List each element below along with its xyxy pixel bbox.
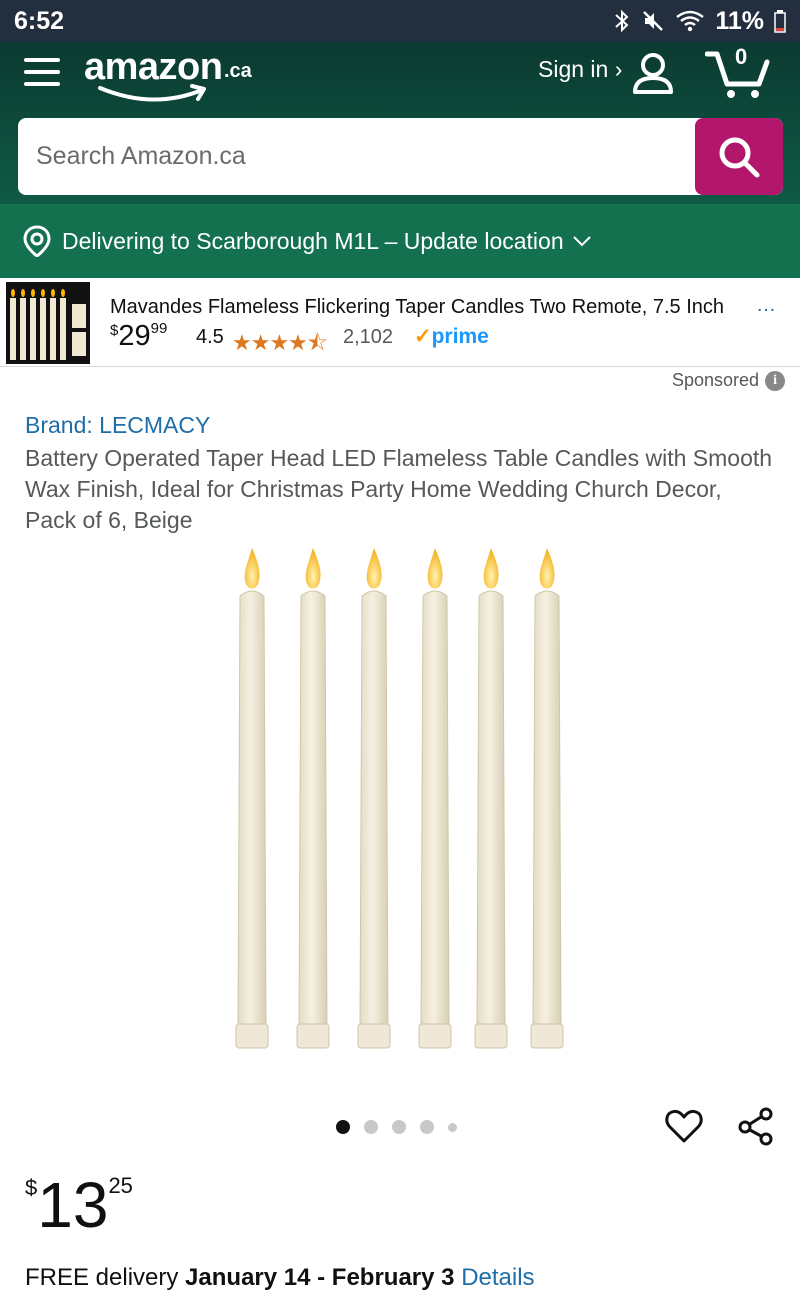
battery-percent: 11% — [715, 6, 764, 35]
sponsored-label[interactable]: Sponsored i — [672, 370, 786, 391]
ad-price-whole: 29 — [118, 320, 151, 352]
ad-rating-value: 4.5 — [196, 326, 224, 348]
location-text: Delivering to Scarborough M1L – Update l… — [62, 227, 564, 254]
carousel-dot[interactable] — [364, 1120, 378, 1134]
price-fraction: 25 — [108, 1173, 133, 1198]
search-button[interactable] — [695, 118, 783, 195]
delivery-dates: January 14 - February 3 — [185, 1264, 455, 1291]
image-carousel-dots[interactable] — [336, 1120, 457, 1134]
search-icon — [719, 137, 760, 177]
brand-link[interactable]: Brand: LECMACY — [25, 412, 210, 439]
ad-price: $2999 — [110, 320, 167, 353]
price-symbol: $ — [25, 1175, 38, 1200]
carousel-dot[interactable] — [336, 1120, 350, 1134]
delivery-prefix: FREE delivery — [25, 1264, 186, 1291]
ad-price-fraction: 99 — [150, 320, 168, 337]
ad-star-rating: ★★★★⯪ — [232, 331, 328, 356]
status-icons: 11% — [613, 7, 786, 36]
app-header: amazon .ca Sign in › 0 — [0, 42, 800, 204]
ad-product-thumbnail — [6, 282, 90, 364]
cart-button[interactable]: 0 — [704, 44, 771, 100]
ad-title[interactable]: Mavandes Flameless Flickering Taper Cand… — [110, 296, 780, 319]
hamburger-menu-icon[interactable] — [24, 56, 62, 90]
user-icon[interactable] — [630, 50, 676, 96]
price-whole: 13 — [37, 1169, 109, 1241]
logo-wordmark: amazon — [84, 46, 223, 88]
product-image[interactable] — [0, 540, 800, 1060]
candle-group — [235, 548, 564, 1049]
info-icon: i — [765, 370, 786, 391]
share-icon[interactable] — [736, 1106, 776, 1146]
prime-check-icon: ✓ — [414, 325, 432, 348]
ad-review-count: 2,102 — [343, 326, 394, 348]
sponsored-ad-banner[interactable]: Mavandes Flameless Flickering Taper Cand… — [0, 280, 800, 367]
location-pin-icon — [23, 225, 51, 257]
carousel-dot[interactable] — [448, 1122, 457, 1132]
mute-icon — [643, 11, 664, 31]
heart-icon[interactable] — [664, 1106, 704, 1146]
logo-tld: .ca — [224, 60, 252, 82]
chevron-down-icon — [572, 236, 591, 247]
status-time: 6:52 — [14, 6, 65, 35]
amazon-logo[interactable]: amazon .ca — [84, 44, 264, 106]
search-input[interactable] — [18, 118, 695, 195]
status-bar: 6:52 11% — [0, 0, 800, 42]
sign-in-link[interactable]: Sign in › — [538, 56, 622, 83]
cart-count: 0 — [735, 44, 748, 69]
ad-title-ellipsis: … — [756, 294, 776, 316]
smile-arrow-icon — [98, 84, 206, 102]
product-price: $1325 — [25, 1168, 133, 1242]
delivery-details-link[interactable]: Details — [461, 1264, 534, 1291]
product-title: Battery Operated Taper Head LED Flameles… — [25, 445, 773, 533]
prime-label: prime — [431, 325, 489, 348]
sign-in-label: Sign in › — [538, 56, 623, 82]
sponsored-text: Sponsored — [672, 370, 760, 390]
delivery-info: FREE delivery January 14 - February 3 De… — [25, 1264, 535, 1292]
carousel-dot[interactable] — [420, 1120, 434, 1134]
search-bar — [18, 118, 783, 195]
bluetooth-icon — [615, 9, 629, 33]
battery-icon — [774, 10, 786, 33]
prime-badge: ✓prime — [414, 324, 489, 349]
carousel-dot[interactable] — [392, 1120, 406, 1134]
wifi-icon — [676, 10, 705, 32]
delivery-location-bar[interactable]: Delivering to Scarborough M1L – Update l… — [0, 204, 800, 278]
